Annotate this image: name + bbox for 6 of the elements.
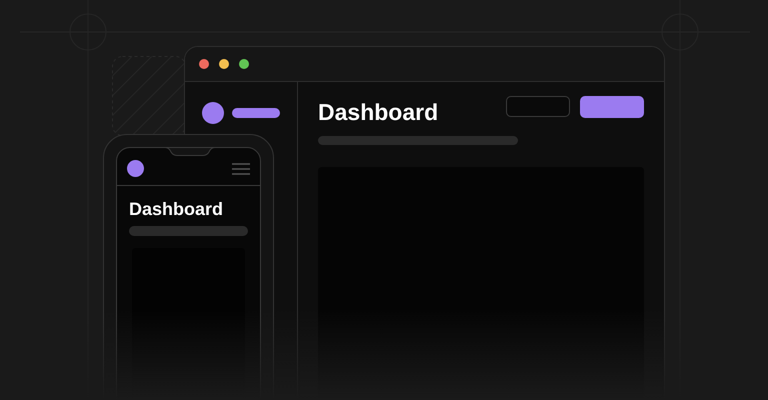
page-heading: Dashboard [318, 98, 438, 126]
menu-icon[interactable] [232, 162, 250, 174]
avatar-icon [127, 160, 144, 177]
page-heading: Dashboard [129, 198, 224, 220]
nav-pill [232, 108, 280, 118]
avatar-icon [202, 102, 224, 124]
